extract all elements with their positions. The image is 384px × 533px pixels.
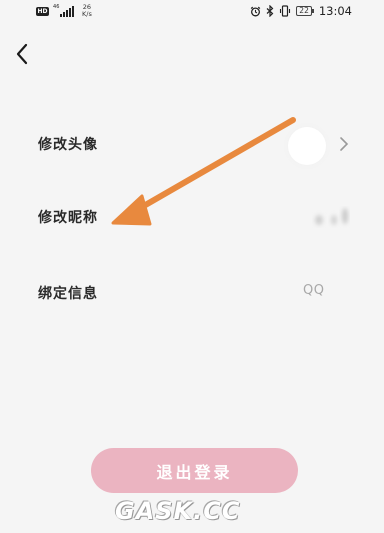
net-speed: 26 K/s — [82, 4, 92, 18]
status-right: 22 13:04 — [250, 4, 352, 18]
hd-badge: HD — [36, 6, 50, 16]
vibrate-icon — [280, 5, 291, 17]
bluetooth-icon — [266, 5, 274, 17]
signal-type: 46 — [53, 3, 60, 10]
status-left: HD 46 26 K/s — [36, 4, 92, 18]
binding-label: 绑定信息 — [38, 286, 98, 302]
nickname-value-blurred — [315, 208, 348, 225]
alarm-icon — [251, 6, 261, 16]
back-chevron-icon — [16, 43, 28, 65]
battery-icon: 22 — [296, 6, 314, 16]
watermark: GASK.CC — [115, 497, 241, 525]
back-button[interactable] — [8, 38, 36, 70]
clock: 13:04 — [318, 4, 352, 18]
net-speed-unit: K/s — [82, 10, 92, 18]
avatar-label: 修改头像 — [38, 137, 98, 153]
avatar[interactable] — [288, 127, 326, 165]
status-bar: HD 46 26 K/s 22 13:04 — [0, 0, 384, 22]
battery-level: 22 — [296, 6, 312, 16]
binding-value: QQ — [303, 283, 325, 298]
nickname-label: 修改昵称 — [38, 210, 98, 226]
chevron-right-icon — [340, 137, 349, 151]
logout-button[interactable]: 退出登录 — [91, 448, 298, 493]
signal-icon: 46 — [53, 3, 75, 17]
